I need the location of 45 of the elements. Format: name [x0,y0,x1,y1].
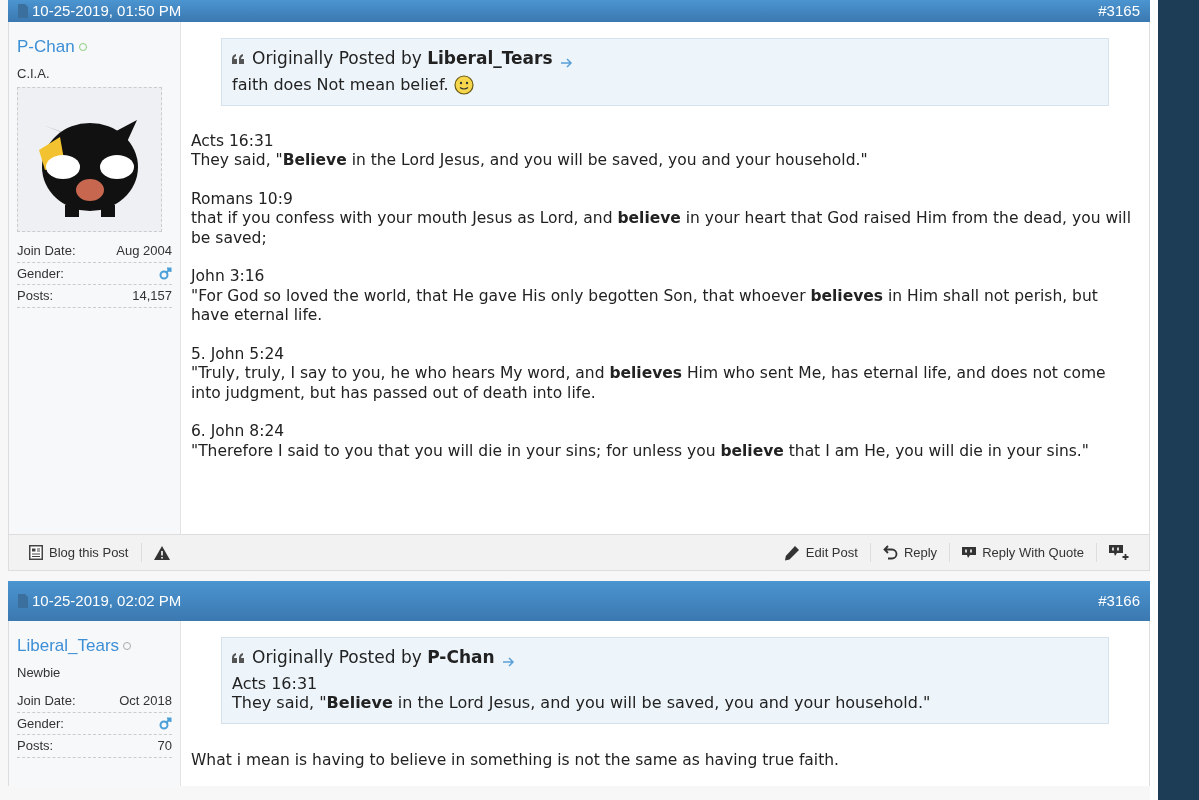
post-paragraph: Acts 16:31 They said, "Believe in the Lord Jesus, and you will be saved, you and your household." [191,131,869,171]
post-paragraph: John 3:16 "For God so loved the world, that He gave His only begotten Son, that whoever believes in Him shall not perish, but have eternal life. [191,267,1099,326]
warning-icon[interactable] [153,545,170,560]
post-number-link[interactable]: #3166 [1098,589,1140,613]
post-paragraph: 5. John 5:24 "Truly, truly, I say to you, he who hears My word, and believes Him who sent Me, has eternal life, and does not come into judgment, but has passed out of death into life. [191,344,1107,403]
detail-label: Posts: [17,737,54,755]
quote-attribution: Originally Posted by P-Chan [252,648,495,668]
user-title: C.I.A. [17,64,51,83]
post-number-link[interactable]: #3165 [1098,0,1140,23]
quote-text: Acts 16:31 They said, "Believe in the Lord Jesus, and you will be saved, you and your household." [232,673,931,713]
speech-bubble-icon [962,546,977,559]
detail-value: 14,157 [132,287,172,305]
smiley-icon [454,74,475,95]
quote-mark-icon [232,652,244,663]
quote-text: faith does Not mean belief. [232,74,449,95]
post-date: 10-25-2019, 02:02 PM [32,590,182,611]
detail-label: Posts: [17,287,54,305]
male-symbol-icon [159,266,172,280]
detail-label: Join Date: [17,692,76,710]
user-title: Newbie [17,663,62,682]
document-icon [18,4,28,18]
male-symbol-icon [159,716,172,730]
detail-label: Gender: [17,264,64,283]
reply-arrow-icon [882,545,898,560]
post-date: 10-25-2019, 01:50 PM [32,0,182,21]
post-action-button[interactable]: Reply With Quote [950,542,1097,563]
post-action-button[interactable]: Edit Post [771,542,871,563]
detail-value: Oct 2018 [119,692,172,710]
pencil-icon [783,544,800,561]
arrow-right-icon[interactable] [502,656,515,667]
detail-value: 70 [157,737,172,755]
post-action-button[interactable]: Blog this Post [17,542,142,563]
quote-mark-icon [232,53,244,64]
quote-attribution: Originally Posted by Liberal_Tears [252,49,553,69]
arrow-right-icon[interactable] [560,57,573,68]
post-paragraph: Romans 10:9 that if you confess with your mouth Jesus as Lord, and believe in your heart that God raised Him from the dead, you will be saved; [191,189,1132,248]
speech-bubble-plus-icon[interactable] [1109,544,1129,561]
detail-value: Aug 2004 [116,242,172,260]
detail-label: Gender: [17,714,64,733]
newspaper-icon [29,545,43,560]
post-action-button[interactable]: Reply [870,542,951,563]
detail-label: Join Date: [17,242,76,260]
post-paragraph: 6. John 8:24 "Therefore I said to you that you will die in your sins; for unless you believe that I am He, you will die in your sins." [191,422,1090,461]
document-icon [18,594,28,608]
post-paragraph: What i mean is having to believe in something is not the same as having true faith. [191,750,840,770]
